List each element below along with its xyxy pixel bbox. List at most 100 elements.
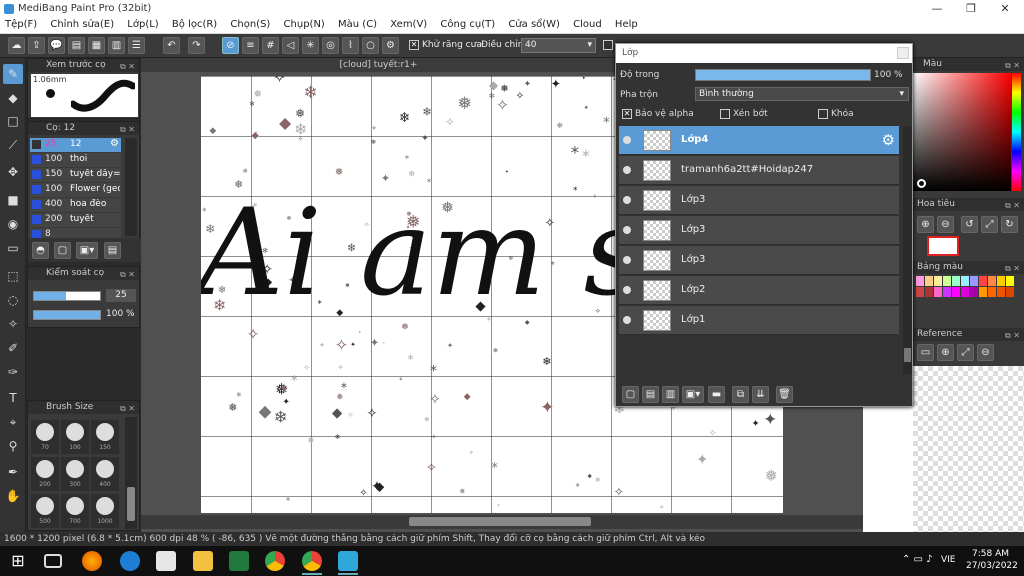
redo-icon[interactable]: ↷ [188,37,205,54]
brush-size-scrollbar[interactable] [125,417,137,529]
new-layer-icon[interactable]: ▢ [622,386,639,403]
menu-color[interactable]: Màu (C) [333,18,382,31]
add-brush-icon[interactable]: ▣▾ [76,242,98,259]
new-halftone-layer-icon[interactable]: ▤ [642,386,659,403]
palette-swatch[interactable] [934,287,942,297]
antialias-checkbox[interactable]: ✕ [409,40,419,50]
fit-icon[interactable]: ⤢ [981,216,998,233]
palette-swatch[interactable] [934,276,942,286]
navigator-thumbnail[interactable] [927,236,959,256]
undo-icon[interactable]: ↶ [163,37,180,54]
brush-size-option[interactable]: 100 [61,420,89,454]
clipping-checkbox[interactable] [720,109,730,119]
brush-size-option[interactable]: 500 [31,494,59,528]
file-explorer-icon[interactable] [193,551,213,571]
palette-swatch[interactable] [916,276,924,286]
palette-swatch[interactable] [997,276,1005,286]
palette-swatch[interactable] [943,276,951,286]
lock-checkbox[interactable] [818,109,828,119]
store-icon[interactable] [156,551,176,571]
layer-row[interactable]: Lớp1 [619,306,899,335]
layer-row[interactable]: Lớp4 ⚙ [619,126,899,155]
clock-date[interactable]: 27/03/2022 [966,561,1018,571]
menu-window[interactable]: Cửa sổ(W) [503,18,565,31]
maximize-button[interactable]: ❐ [954,1,988,16]
horizontal-scrollbar[interactable] [141,515,863,529]
brush-list-scrollbar[interactable] [125,138,137,236]
brush-opacity-slider[interactable] [33,310,101,320]
menu-cloud[interactable]: Cloud [568,18,607,31]
zoom-out-icon[interactable]: ⊖ [937,216,954,233]
layer-row[interactable]: Lớp3 [619,246,899,275]
circle-snap-icon[interactable]: ◎ [322,37,339,54]
brush-size-option[interactable]: 200 [31,457,59,491]
brush-size-option[interactable]: 1000 [91,494,119,528]
palette-swatch[interactable] [916,287,924,297]
layer-row[interactable]: Lớp3 [619,216,899,245]
cloud-icon[interactable]: ☁ [8,37,25,54]
list-icon[interactable]: ☰ [128,37,145,54]
gear-icon[interactable]: ⚙ [110,138,119,149]
ref-zoom-in-icon[interactable]: ⊕ [937,344,954,361]
firefox-icon[interactable] [82,551,102,571]
snap-off-icon[interactable]: ⊘ [222,37,239,54]
clock-time[interactable]: 7:58 AM [972,549,1009,559]
delete-brush-icon[interactable]: ▤ [104,242,121,259]
brush-list-item[interactable]: 200 tuyết [30,213,121,227]
line-tool-icon[interactable]: ⟋ [3,135,23,155]
palette-swatch[interactable] [925,287,933,297]
palette-swatch[interactable] [979,287,987,297]
windows-start-icon[interactable]: ⊞ [8,551,28,571]
new-8bit-layer-icon[interactable]: ▥ [662,386,679,403]
rectangle-tool-icon[interactable]: □ [3,111,23,131]
task-view-icon[interactable] [44,554,62,568]
color-picker-square[interactable] [913,73,1011,191]
popout-icon[interactable]: ⧉ ✕ [120,268,135,281]
menu-layer[interactable]: Lớp(L) [122,18,163,31]
duplicate-layer-icon[interactable]: ⧉ [732,386,749,403]
popout-icon[interactable]: ⧉ ✕ [1005,59,1020,72]
extra-checkbox[interactable] [603,40,613,50]
palette-swatch[interactable] [943,287,951,297]
palette-swatch[interactable] [988,276,996,286]
select-eraser-icon[interactable]: ✑ [3,362,23,382]
opacity-slider[interactable] [695,69,871,81]
canvas-tab[interactable]: [cloud] tuyết:r1+ [141,58,616,72]
merge-layer-icon[interactable]: ⇊ [752,386,769,403]
layer-list-scrollbar[interactable] [903,126,912,374]
parallel-snap-icon[interactable]: ≡ [242,37,259,54]
hand-tool-icon[interactable]: ✋ [3,486,23,506]
palette-swatch[interactable] [979,276,987,286]
popout-icon[interactable]: ⧉ ✕ [1005,329,1020,342]
select-pen-icon[interactable]: ✐ [3,338,23,358]
layer-row[interactable]: tramanh6a2tt#Hoidap247 [619,156,899,185]
palette-swatch[interactable] [1006,287,1014,297]
upload-icon[interactable]: ⇪ [28,37,45,54]
ref-fit-icon[interactable]: ⤢ [957,344,974,361]
new-brush-icon[interactable]: ▢ [54,242,71,259]
palette-swatch[interactable] [961,287,969,297]
move-tool-icon[interactable]: ✥ [3,162,23,182]
palette-swatch[interactable] [988,287,996,297]
bucket-tool-icon[interactable]: ◉ [3,214,23,234]
palette-swatch[interactable] [961,276,969,286]
eyedropper-tool-icon[interactable]: ⚲ [3,436,23,456]
blend-mode-dropdown[interactable]: Bình thường ▾ [695,87,909,101]
radial-snap-icon[interactable]: ✳ [302,37,319,54]
gradient-tool-icon[interactable]: ▭ [3,238,23,258]
brush-size-option[interactable]: 150 [91,420,119,454]
layer-visibility-icon[interactable] [623,166,631,174]
brush-size-value[interactable]: 25 [106,289,136,302]
ref-open-icon[interactable]: ▭ [917,344,934,361]
menu-select[interactable]: Chọn(S) [225,18,275,31]
layer-window-close-button[interactable] [897,47,909,59]
palette-swatch[interactable] [997,287,1005,297]
layer-row[interactable]: Lớp2 [619,276,899,305]
reference-canvas[interactable] [913,366,1024,532]
new-folder-icon[interactable]: ▬ [708,386,725,403]
brush-size-slider[interactable] [33,291,101,301]
text-tool-icon[interactable]: T [3,388,23,408]
brush-list-item[interactable]: 25 12 ⚙ [30,138,121,152]
brush-tool-icon[interactable]: ✎ [3,64,23,84]
close-button[interactable]: ✕ [988,1,1022,16]
